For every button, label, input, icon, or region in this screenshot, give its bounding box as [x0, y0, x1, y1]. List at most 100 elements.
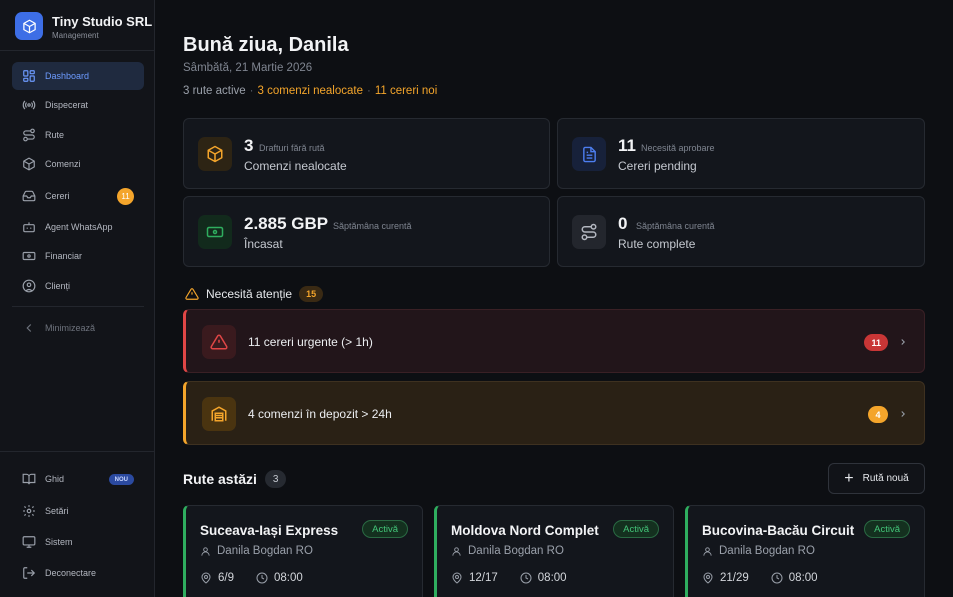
sidebar-item-setari[interactable]: Setări [12, 497, 144, 525]
stat-value: 0 [618, 214, 628, 233]
banknote-icon [22, 251, 36, 261]
alert-urgent-requests[interactable]: 11 cereri urgente (> 1h) 11 [183, 309, 925, 373]
map-pin-icon [201, 572, 211, 584]
sidebar-item-ghid[interactable]: Ghid NOU [12, 465, 144, 493]
gear-icon [23, 505, 35, 517]
routes-header: Rute astăzi 3 [183, 470, 287, 488]
collapse-sidebar-button[interactable]: Minimizează [12, 314, 144, 342]
route-driver: Danila Bogdan RO [451, 545, 564, 557]
sidebar-item-label: Rute [45, 130, 65, 140]
cereri-count-badge: 11 [117, 188, 134, 205]
sidebar-item-label: Financiar [45, 251, 83, 261]
sidebar-item-agent-whatsapp[interactable]: Agent WhatsApp [12, 213, 144, 241]
alert-count-badge: 4 [868, 406, 888, 423]
alert-text: 4 comenzi în depozit > 24h [248, 407, 392, 421]
monitor-icon [22, 536, 36, 548]
active-routes-summary: 3 rute active [183, 85, 246, 97]
stat-subtitle: Săptămâna curentă [333, 221, 412, 231]
clock-icon [520, 572, 532, 584]
attention-title: Necesită atenție [206, 287, 293, 301]
sidebar-divider [0, 451, 154, 452]
route-driver: Danila Bogdan RO [702, 545, 815, 557]
sidebar-item-deconectare[interactable]: Deconectare [12, 559, 144, 587]
sidebar-item-clienti[interactable]: Clienți [12, 272, 144, 300]
sidebar-item-label: Deconectare [45, 568, 97, 578]
sidebar-divider [12, 306, 144, 307]
stat-subtitle: Necesită aprobare [641, 143, 715, 153]
sidebar-item-label: Comenzi [45, 159, 81, 169]
alert-warehouse-orders[interactable]: 4 comenzi în depozit > 24h 4 [183, 381, 925, 445]
map-pin-icon [452, 572, 462, 584]
route-status-badge: Activă [362, 520, 408, 538]
warehouse-icon [202, 397, 236, 431]
box-logo-icon [15, 12, 43, 40]
inbox-icon [22, 190, 36, 202]
sidebar-item-label: Cereri [45, 191, 70, 201]
book-icon [22, 473, 36, 485]
sidebar-item-label: Dispecerat [45, 100, 89, 110]
attention-header: Necesită atenție 15 [185, 286, 324, 302]
stat-title: Cereri pending [618, 159, 697, 173]
stat-card-unassigned-orders[interactable]: 3 Drafturi fără rută Comenzi nealocate [183, 118, 550, 189]
route-stops: 6/9 [218, 572, 234, 584]
route-meta: 6/9 08:00 [200, 572, 303, 584]
new-route-label: Rută nouă [862, 473, 909, 484]
user-icon [201, 546, 210, 556]
bot-icon [23, 222, 35, 233]
sidebar-item-comenzi[interactable]: Comenzi [12, 150, 144, 178]
map-pin-icon [703, 572, 713, 584]
stat-value: 11 [618, 136, 636, 155]
sidebar-item-label: Ghid [45, 474, 65, 484]
sidebar-item-label: Sistem [45, 537, 73, 547]
sidebar-item-rute[interactable]: Rute [12, 121, 144, 149]
new-badge: NOU [108, 474, 134, 485]
plus-icon: + [844, 469, 854, 487]
route-status-badge: Activă [613, 520, 659, 538]
route-time: 08:00 [274, 572, 303, 584]
package-icon [198, 137, 232, 171]
route-stops: 12/17 [469, 572, 498, 584]
stat-title: Comenzi nealocate [244, 159, 347, 173]
route-name: Moldova Nord Complet [451, 523, 599, 538]
sidebar-item-sistem[interactable]: Sistem [12, 528, 144, 556]
route-card[interactable]: Moldova Nord Complet Activă Danila Bogda… [434, 505, 674, 597]
chevron-left-icon [26, 324, 32, 332]
user-icon [452, 546, 461, 556]
route-name: Suceava-Iași Express [200, 523, 339, 538]
stat-value: 3 [244, 136, 254, 155]
stat-card-completed-routes[interactable]: 0 Săptămâna curentă Rute complete [557, 196, 925, 267]
driver-name: Danila Bogdan RO [719, 545, 815, 557]
alert-triangle-icon [185, 288, 199, 300]
clock-icon [256, 572, 268, 584]
sidebar-item-dashboard[interactable]: Dashboard [12, 62, 144, 90]
route-icon [572, 215, 606, 249]
route-card[interactable]: Bucovina-Bacău Circuit Activă Danila Bog… [685, 505, 925, 597]
brand[interactable]: Tiny Studio SRL Management [0, 0, 154, 51]
route-meta: 21/29 08:00 [702, 572, 818, 584]
sidebar-item-cereri[interactable]: Cereri 11 [12, 182, 144, 210]
stat-card-pending-requests[interactable]: 11 Necesită aprobare Cereri pending [557, 118, 925, 189]
route-card[interactable]: Suceava-Iași Express Activă Danila Bogda… [183, 505, 423, 597]
sidebar-item-financiar[interactable]: Financiar [12, 242, 144, 270]
user-circle-icon [22, 279, 36, 293]
attention-count-badge: 15 [299, 286, 324, 302]
sidebar-item-label: Clienți [45, 281, 71, 291]
route-driver: Danila Bogdan RO [200, 545, 313, 557]
chevron-right-icon [901, 411, 905, 417]
sidebar-item-dispecerat[interactable]: Dispecerat [12, 91, 144, 119]
route-name: Bucovina-Bacău Circuit [702, 523, 855, 538]
new-requests-link[interactable]: 11 cereri noi [375, 85, 437, 97]
summary-line: 3 rute active · 3 comenzi nealocate · 11 cer… [183, 85, 437, 97]
route-meta: 12/17 08:00 [451, 572, 567, 584]
page-title: Bună ziua, Danila [183, 34, 349, 56]
stat-card-collected[interactable]: 2.885 GBP Săptămâna curentă Încasat [183, 196, 550, 267]
alert-text: 11 cereri urgente (> 1h) [248, 335, 373, 349]
unassigned-orders-link[interactable]: 3 comenzi nealocate [258, 85, 363, 97]
user-icon [703, 546, 712, 556]
current-date: Sâmbătă, 21 Martie 2026 [183, 62, 313, 74]
brand-name: Tiny Studio SRL [52, 14, 153, 29]
route-status-badge: Activă [864, 520, 910, 538]
stat-title: Încasat [244, 237, 283, 251]
new-route-button[interactable]: + Rută nouă [828, 463, 925, 494]
stat-subtitle: Săptămâna curentă [636, 221, 715, 231]
